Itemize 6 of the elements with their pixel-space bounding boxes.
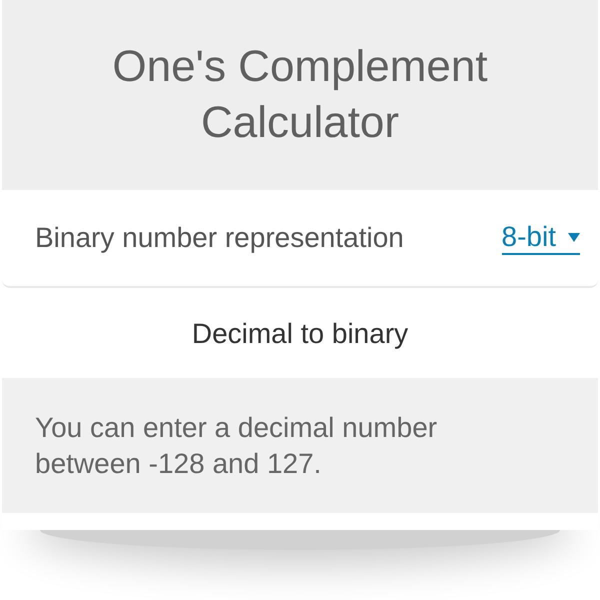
section-title: Decimal to binary — [192, 318, 408, 350]
representation-dropdown[interactable]: 8-bit — [502, 221, 580, 255]
calculator-title: One's Complement Calculator — [111, 41, 489, 149]
caret-icon — [568, 232, 580, 242]
note-text: You can enter a decimal number between -128 and 127. — [35, 410, 438, 480]
setting-label: Binary number representation — [35, 222, 404, 254]
